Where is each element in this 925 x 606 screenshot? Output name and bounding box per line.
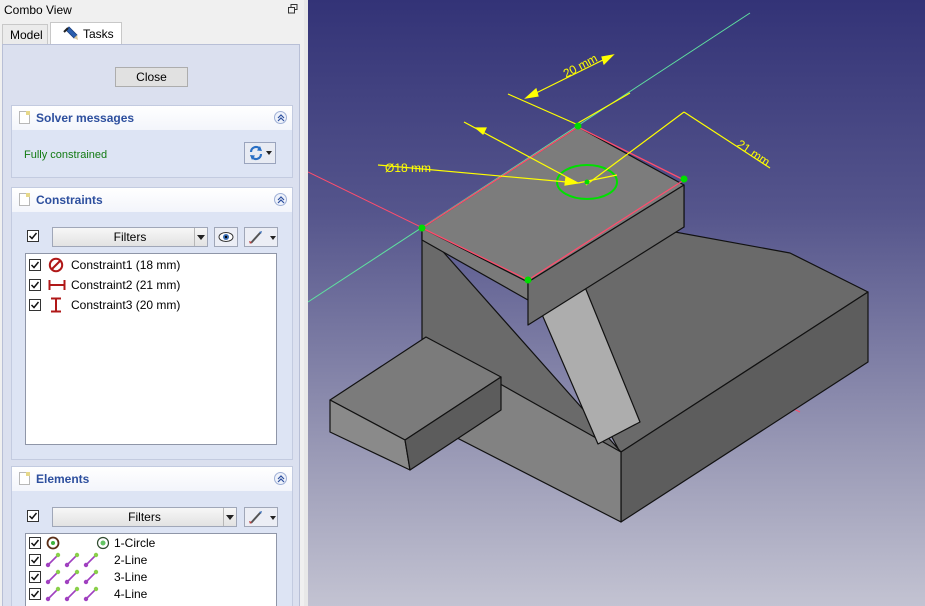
horizontal-distance-icon (48, 280, 66, 290)
dimension-20-label[interactable]: 20 mm (561, 51, 600, 81)
list-item[interactable]: Constraint3 (20 mm) (26, 296, 276, 314)
list-item[interactable]: 4-Line (26, 586, 276, 603)
solver-status-text: Fully constrained (24, 149, 108, 161)
element-label: 3-Line (114, 570, 148, 584)
element-checkbox[interactable] (29, 554, 41, 566)
pencil-icon (63, 26, 78, 40)
elements-box: Elements Filters 1-Circle 2-Line 3-Line … (11, 466, 293, 606)
list-item[interactable]: 1-Circle (26, 535, 276, 552)
solver-messages-header: Solver messages (12, 106, 292, 130)
constraints-list: Constraint1 (18 mm) Constraint2 (21 mm) … (25, 253, 277, 445)
list-item[interactable]: 2-Line (26, 552, 276, 569)
elements-list: 1-Circle 2-Line 3-Line 4-Line (25, 533, 277, 606)
combo-view-title: Combo View (4, 3, 72, 17)
constraints-select-all-checkbox[interactable] (27, 230, 39, 242)
eye-icon (218, 232, 234, 242)
document-icon (19, 193, 30, 206)
chevron-down-icon (223, 508, 236, 526)
element-label: 4-Line (114, 587, 148, 601)
brush-icon (249, 511, 262, 524)
chevron-down-icon (270, 516, 276, 520)
constraints-settings-button[interactable] (244, 227, 278, 247)
combo-view-titlebar: Combo View (0, 0, 304, 20)
dimension-18-label[interactable]: Ø18 mm (385, 161, 431, 175)
document-icon (19, 472, 30, 485)
constraints-title: Constraints (36, 193, 103, 207)
element-label: 1-Circle (114, 536, 156, 550)
solver-refresh-button[interactable] (244, 142, 276, 164)
tab-model-label: Model (10, 28, 43, 42)
list-item[interactable]: Constraint1 (18 mm) (26, 256, 276, 274)
constraint-checkbox[interactable] (29, 279, 41, 291)
elements-settings-button[interactable] (244, 507, 278, 527)
vertical-distance-icon (51, 297, 61, 313)
tasks-pane: Close Solver messages Fully constrained (2, 44, 300, 606)
constraints-box: Constraints Filters Constraint1 (18 mm) … (11, 187, 293, 460)
constraint-label: Constraint2 (21 mm) (71, 278, 181, 292)
tab-tasks[interactable]: Tasks (50, 22, 122, 44)
collapse-icon[interactable] (274, 111, 287, 124)
element-checkbox[interactable] (29, 588, 41, 600)
solver-messages-title: Solver messages (36, 111, 135, 125)
combo-view-panel: Combo View Model Tasks Close Solver mess… (0, 0, 304, 606)
3d-scene[interactable]: 20 mm 21 mm Ø18 mm (308, 0, 925, 606)
element-checkbox[interactable] (29, 571, 41, 583)
elements-filter-dropdown[interactable]: Filters (52, 507, 237, 527)
chevron-down-icon (270, 236, 276, 240)
3d-viewport[interactable]: 20 mm 21 mm Ø18 mm (308, 0, 925, 606)
refresh-icon (249, 145, 263, 161)
brush-icon (249, 231, 262, 244)
combo-view-tabs: Model Tasks (0, 22, 304, 44)
line-element-icon (45, 552, 99, 568)
list-item[interactable]: Constraint2 (21 mm) (26, 276, 276, 294)
chevron-down-icon (266, 151, 272, 155)
toggle-visibility-button[interactable] (214, 227, 238, 247)
document-icon (19, 111, 30, 124)
constraints-filter-dropdown[interactable]: Filters (52, 227, 208, 247)
element-checkbox[interactable] (29, 537, 41, 549)
undock-icon[interactable] (288, 4, 298, 14)
list-item[interactable]: 3-Line (26, 569, 276, 586)
constraint-checkbox[interactable] (29, 299, 41, 311)
solver-messages-box: Solver messages Fully constrained (11, 105, 293, 178)
dimension-21-label[interactable]: 21 mm (734, 137, 772, 169)
diameter-constraint-icon (48, 257, 64, 273)
constraint-label: Constraint1 (18 mm) (71, 258, 181, 272)
constraint-checkbox[interactable] (29, 259, 41, 271)
close-button[interactable]: Close (115, 67, 188, 87)
constraint-label: Constraint3 (20 mm) (71, 298, 181, 312)
collapse-icon[interactable] (274, 193, 287, 206)
elements-title: Elements (36, 472, 90, 486)
elements-header: Elements (12, 467, 292, 491)
elements-select-all-checkbox[interactable] (27, 510, 39, 522)
constraints-filter-label: Filters (113, 230, 147, 244)
chevron-down-icon (194, 228, 207, 246)
collapse-icon[interactable] (274, 472, 287, 485)
element-label: 2-Line (114, 553, 148, 567)
line-element-icon (45, 569, 99, 585)
solid-body[interactable] (329, 126, 869, 523)
tab-model[interactable]: Model (2, 24, 48, 44)
line-element-icon (45, 586, 99, 602)
tab-tasks-label: Tasks (83, 27, 114, 41)
elements-filter-label: Filters (128, 510, 161, 524)
circle-element-icon (46, 536, 110, 550)
constraints-header: Constraints (12, 188, 292, 212)
